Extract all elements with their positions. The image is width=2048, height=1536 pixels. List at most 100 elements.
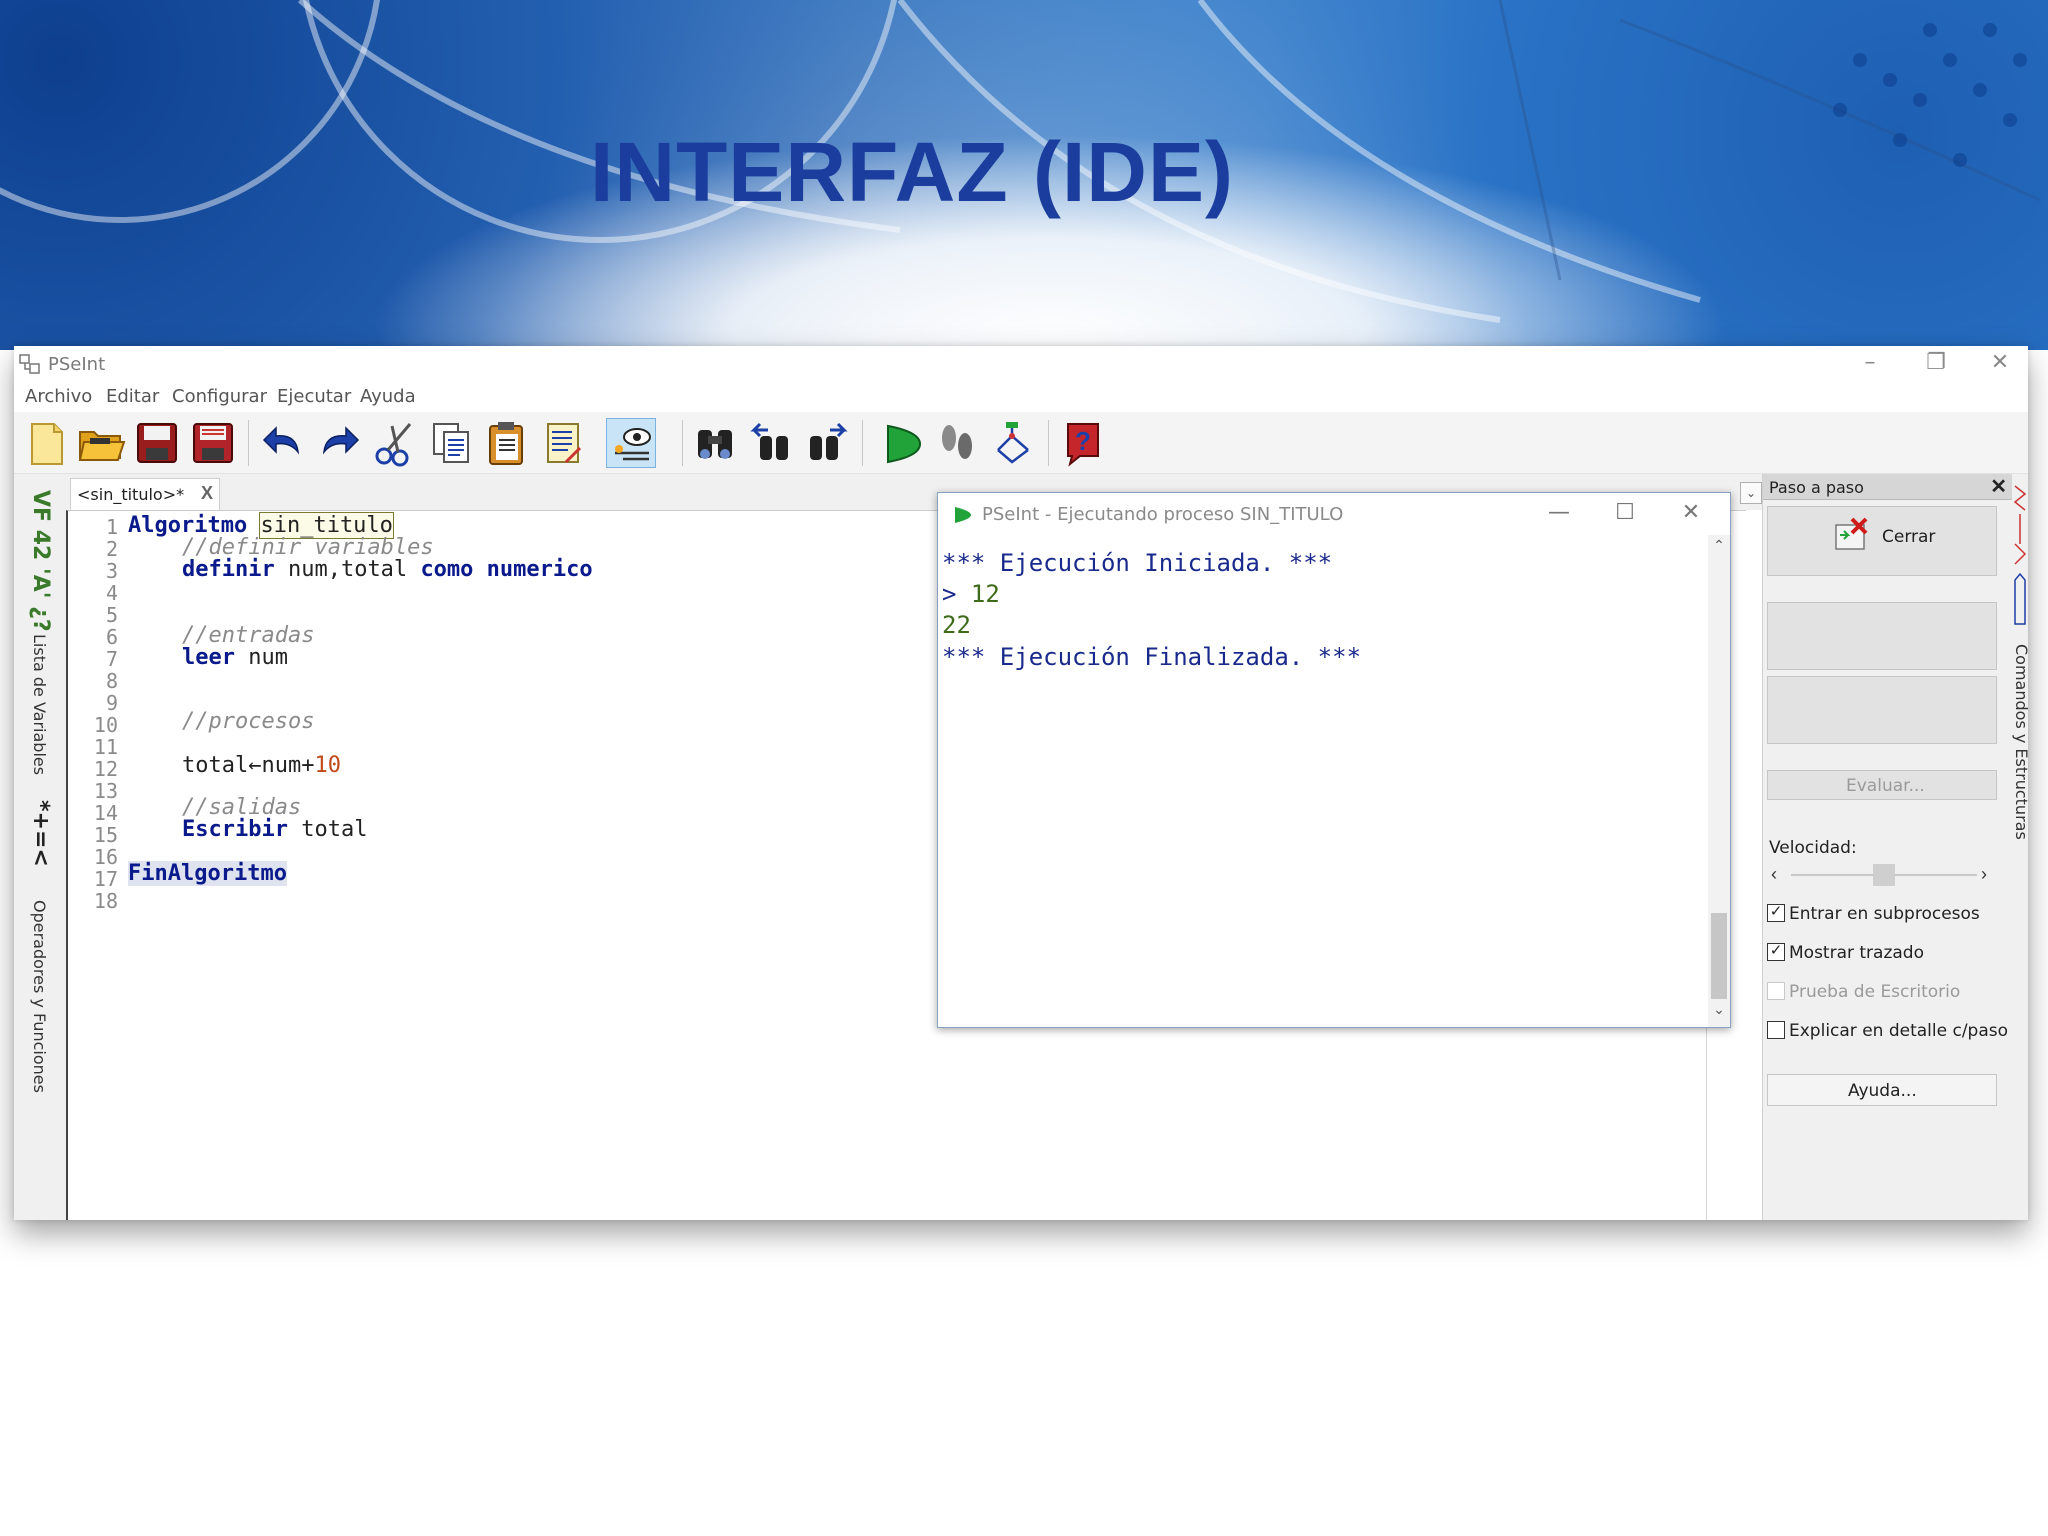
commands-panel-tab[interactable]: Comandos y Estructuras	[2012, 644, 2028, 840]
option-label: Explicar en detalle c/paso	[1789, 1021, 2009, 1041]
step-button-1[interactable]	[1767, 602, 1997, 670]
commands-panel-strip	[2012, 474, 2028, 1220]
line-number: 3	[105, 559, 118, 583]
line-number: 5	[105, 603, 118, 627]
line-number: 16	[93, 845, 118, 869]
variable: total	[301, 817, 368, 842]
console-scrollbar[interactable]: ⌃ ⌄	[1708, 535, 1730, 1027]
tab-close-icon[interactable]: X	[201, 483, 213, 504]
window-title: PSeInt	[48, 354, 106, 375]
step-by-step-panel: Paso a paso ✕ Cerrar Evaluar... Velocida…	[1762, 474, 2013, 1220]
debug-watch-icon[interactable]	[606, 418, 656, 468]
menu-configurar[interactable]: Configurar	[172, 386, 267, 407]
minimize-button[interactable]: –	[1840, 346, 1900, 382]
line-number: 15	[93, 823, 118, 847]
option-label: Mostrar trazado	[1789, 943, 1924, 963]
find-previous-icon[interactable]	[746, 418, 796, 468]
variable-list: num,total	[287, 557, 408, 582]
checkbox[interactable]	[1767, 1021, 1785, 1039]
paste-icon[interactable]	[482, 418, 532, 468]
new-file-icon[interactable]	[20, 418, 70, 468]
slider-right-arrow[interactable]: ›	[1981, 864, 1987, 885]
cut-icon[interactable]	[370, 418, 420, 468]
code-line-15: Escribir total	[182, 817, 367, 842]
line-number: 14	[93, 801, 118, 825]
code-line-3: definir num,total como numerico	[182, 557, 593, 582]
line-number: 4	[105, 581, 118, 605]
step-panel-title: Paso a paso	[1769, 478, 1864, 497]
step-by-step-icon[interactable]	[932, 418, 982, 468]
operators-panel-tab[interactable]: Operadores y Funciones	[30, 900, 49, 1093]
menu-ejecutar[interactable]: Ejecutar	[277, 386, 351, 407]
save-icon[interactable]	[132, 418, 182, 468]
flowchart-icon[interactable]	[988, 418, 1038, 468]
variables-glyphs: VF 42 'A' ¿?	[28, 490, 53, 632]
step-panel-close-icon[interactable]: ✕	[1990, 474, 2007, 499]
slider-knob[interactable]	[1873, 864, 1895, 886]
console-prompt: >	[942, 580, 957, 608]
left-side-panel: VF 42 'A' ¿? Lista de Variables *+=< Ope…	[14, 474, 66, 1220]
code-line-10: //procesos	[182, 709, 314, 734]
line-number: 9	[105, 691, 118, 715]
save-as-icon[interactable]	[188, 418, 238, 468]
restore-button[interactable]: ❐	[1906, 346, 1966, 382]
open-folder-icon[interactable]	[76, 418, 126, 468]
console-line: 22	[942, 611, 971, 639]
console-output[interactable]: *** Ejecución Iniciada. *** > 12 22 *** …	[938, 535, 1708, 1027]
code-line-7: leer num	[182, 645, 288, 670]
variable: num	[248, 645, 288, 670]
console-line: *** Ejecución Finalizada. ***	[942, 643, 1362, 671]
keyword-numerico: numerico	[486, 557, 593, 582]
menu-editar[interactable]: Editar	[106, 386, 159, 407]
redo-icon[interactable]	[314, 418, 364, 468]
keyword-definir: definir	[182, 557, 275, 582]
scroll-down-icon[interactable]: ⌄	[1708, 1001, 1730, 1021]
keyword-como: como	[420, 557, 474, 582]
run-icon[interactable]	[876, 418, 926, 468]
menu-ayuda[interactable]: Ayuda	[360, 386, 416, 407]
exec-minimize-button[interactable]: —	[1534, 495, 1584, 533]
code-line-17: FinAlgoritmo	[128, 861, 287, 886]
find-icon[interactable]	[690, 418, 740, 468]
close-step-button[interactable]: Cerrar	[1767, 506, 1997, 576]
slider-left-arrow[interactable]: ‹	[1771, 864, 1777, 885]
tab-dropdown-icon[interactable]: ⌄	[1740, 482, 1762, 504]
tab-label: <sin_titulo>*	[77, 485, 185, 504]
execution-title-bar: PSeInt - Ejecutando proceso SIN_TITULO —…	[938, 493, 1730, 535]
copy-icon[interactable]	[426, 418, 476, 468]
toolbar: ?	[14, 412, 2028, 474]
line-number: 6	[105, 625, 118, 649]
speed-label: Velocidad:	[1769, 838, 1857, 858]
undo-icon[interactable]	[258, 418, 308, 468]
line-number: 10	[93, 713, 118, 737]
find-next-icon[interactable]	[802, 418, 852, 468]
checkbox[interactable]: ✓	[1767, 904, 1785, 922]
line-number: 8	[105, 669, 118, 693]
menu-archivo[interactable]: Archivo	[25, 386, 92, 407]
edit-list-icon[interactable]	[538, 418, 588, 468]
checkbox[interactable]: ✓	[1767, 943, 1785, 961]
line-number: 13	[93, 779, 118, 803]
exec-maximize-button[interactable]: ☐	[1600, 495, 1650, 533]
tab-sin-titulo[interactable]: <sin_titulo>* X	[70, 478, 220, 510]
speed-slider[interactable]: ‹ ›	[1769, 864, 1997, 886]
console-input-line: > 12	[942, 580, 1000, 608]
evaluate-button[interactable]: Evaluar...	[1767, 770, 1997, 800]
keyword-leer: leer	[182, 645, 235, 670]
exec-close-button[interactable]: ✕	[1666, 495, 1716, 533]
help-icon[interactable]: ?	[1058, 418, 1108, 468]
structures-icon	[2013, 485, 2027, 625]
line-number: 1	[105, 515, 118, 539]
step-button-2[interactable]	[1767, 676, 1997, 744]
scroll-up-icon[interactable]: ⌃	[1708, 537, 1730, 557]
variables-panel-tab[interactable]: Lista de Variables	[30, 634, 49, 775]
option-label: Entrar en subprocesos	[1789, 904, 1980, 924]
keyword-escribir: Escribir	[182, 817, 288, 842]
evaluate-label: Evaluar...	[1846, 776, 1925, 796]
assignment-expression: total←num+	[182, 753, 315, 778]
slide-banner: INTERFAZ (IDE)	[0, 0, 2048, 350]
help-button[interactable]: Ayuda...	[1767, 1074, 1997, 1106]
line-number: 11	[93, 735, 118, 759]
close-button[interactable]: ✕	[1970, 346, 2028, 382]
scroll-thumb[interactable]	[1711, 913, 1727, 999]
